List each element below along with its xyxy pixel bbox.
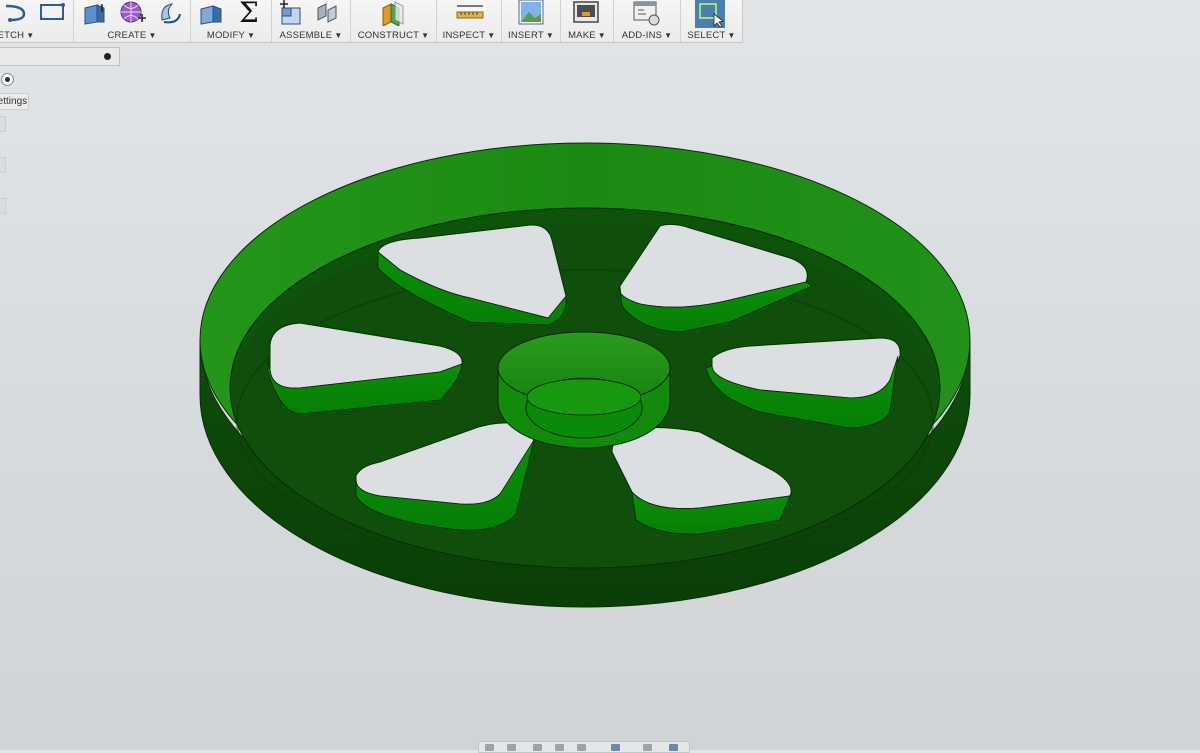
navigation-bar xyxy=(478,741,690,753)
toolbar-label-assemble: ASSEMBLE xyxy=(279,30,333,41)
toolbar-group-insert[interactable]: INSERT ▼ xyxy=(502,0,561,42)
sketch-rectangle-icon[interactable] xyxy=(38,0,68,26)
toolbar-group-inspect[interactable]: INSPECT ▼ xyxy=(437,0,502,42)
offset-plane-icon[interactable] xyxy=(379,0,409,26)
toolbar-group-create[interactable]: CREATE ▼ xyxy=(74,0,191,42)
main-toolbar: KETCH▼ CREATE▼ Σ MODIFY▼ ASSEMBLE▼ CONST… xyxy=(0,0,743,43)
toolbar-label-insert: INSERT xyxy=(508,30,544,41)
joint-icon[interactable] xyxy=(314,0,344,26)
extrude-icon[interactable] xyxy=(80,0,110,26)
toolbar-group-construct[interactable]: CONSTRUCT ▼ xyxy=(351,0,437,42)
press-pull-icon[interactable] xyxy=(197,0,227,26)
select-window-icon[interactable] xyxy=(695,0,725,28)
toolbar-group-modify[interactable]: Σ MODIFY ▼ xyxy=(191,0,272,42)
settings-button[interactable]: Settings xyxy=(0,93,29,110)
toolbar-label-sketch: KETCH xyxy=(0,30,25,41)
revolve-icon[interactable] xyxy=(156,0,186,26)
model-viewport[interactable] xyxy=(0,0,1200,750)
panel-item-stub[interactable] xyxy=(0,157,6,173)
panel-dropdown[interactable] xyxy=(0,47,120,66)
toolbar-label-create: CREATE xyxy=(107,30,147,41)
hub[interactable] xyxy=(497,331,671,449)
toolbar-group-sketch[interactable]: KETCH▼ xyxy=(0,0,74,42)
form-grid-icon[interactable] xyxy=(118,0,148,26)
panel-radio-button[interactable] xyxy=(1,73,14,86)
toolbar-label-make: MAKE xyxy=(568,30,596,41)
pulley-wheel[interactable] xyxy=(199,142,971,608)
toolbar-label-inspect: INSPECT xyxy=(442,30,486,41)
toolbar-group-select[interactable]: SELECT ▼ xyxy=(681,0,742,42)
new-component-icon[interactable] xyxy=(278,0,308,26)
measure-icon[interactable] xyxy=(455,0,485,26)
toolbar-label-select: SELECT xyxy=(687,30,726,41)
scripts-addins-icon[interactable] xyxy=(632,0,662,26)
compute-sigma-icon[interactable]: Σ xyxy=(239,0,259,29)
dropdown-handle-icon[interactable] xyxy=(104,53,111,60)
settings-label: Settings xyxy=(0,96,28,107)
toolbar-group-make[interactable]: MAKE ▼ xyxy=(561,0,614,42)
insert-image-icon[interactable] xyxy=(517,0,547,26)
sketch-curve-icon[interactable] xyxy=(2,0,28,26)
toolbar-group-addins[interactable]: ADD-INS ▼ xyxy=(614,0,681,42)
3d-print-icon[interactable] xyxy=(572,0,602,26)
panel-item-stub[interactable] xyxy=(0,116,6,132)
toolbar-label-construct: CONSTRUCT xyxy=(357,30,420,41)
panel-item-stub[interactable] xyxy=(0,198,6,214)
toolbar-group-assemble[interactable]: ASSEMBLE ▼ xyxy=(272,0,351,42)
toolbar-label-modify: MODIFY xyxy=(206,30,246,41)
toolbar-label-addins: ADD-INS xyxy=(621,30,663,41)
